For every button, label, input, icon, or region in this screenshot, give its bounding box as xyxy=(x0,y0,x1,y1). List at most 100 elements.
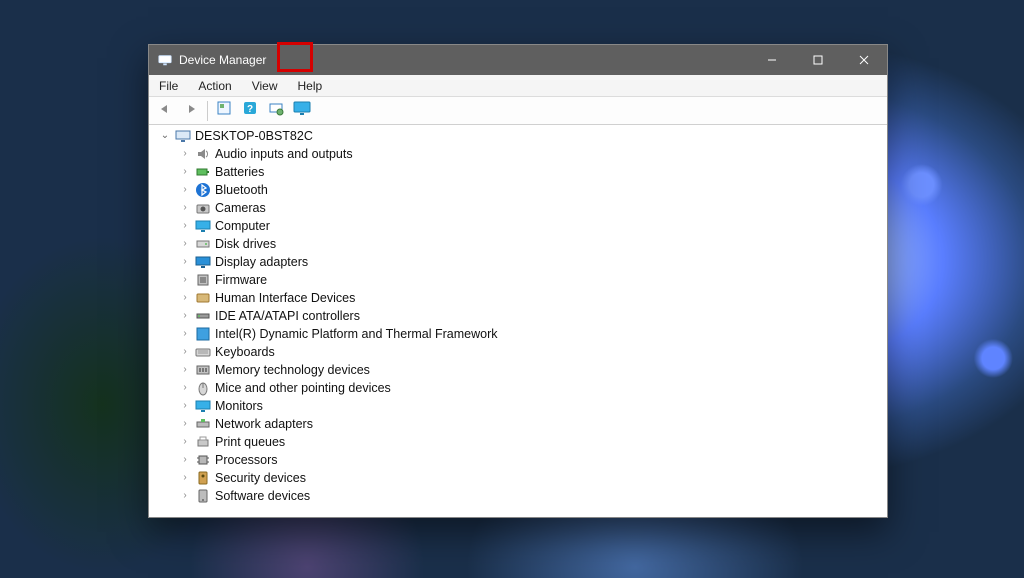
chevron-right-icon[interactable] xyxy=(179,401,191,411)
titlebar[interactable]: Device Manager xyxy=(149,45,887,75)
battery-icon xyxy=(195,164,211,180)
tree-item[interactable]: Disk drives xyxy=(155,235,887,253)
monitor-icon xyxy=(195,398,211,414)
keyboard-icon xyxy=(195,344,211,360)
tree-item[interactable]: Display adapters xyxy=(155,253,887,271)
arrow-right-icon xyxy=(184,102,198,120)
properties-icon xyxy=(216,100,232,121)
close-button[interactable] xyxy=(841,45,887,75)
disk-icon xyxy=(195,236,211,252)
chevron-right-icon[interactable] xyxy=(179,365,191,375)
tree-item[interactable]: Print queues xyxy=(155,433,887,451)
svg-text:?: ? xyxy=(247,104,253,115)
software-icon xyxy=(195,488,211,504)
tree-item-label: Audio inputs and outputs xyxy=(215,147,353,161)
tree-item[interactable]: Batteries xyxy=(155,163,887,181)
tree-item[interactable]: Firmware xyxy=(155,271,887,289)
security-icon xyxy=(195,470,211,486)
chevron-right-icon[interactable] xyxy=(179,275,191,285)
tree-item-label: Bluetooth xyxy=(215,183,268,197)
chevron-right-icon[interactable] xyxy=(179,383,191,393)
device-tree[interactable]: DESKTOP-0BST82C Audio inputs and outputs… xyxy=(149,125,887,517)
tree-item[interactable]: Keyboards xyxy=(155,343,887,361)
memory-icon xyxy=(195,362,211,378)
monitor-icon xyxy=(293,100,311,121)
bluetooth-icon xyxy=(195,182,211,198)
network-icon xyxy=(195,416,211,432)
menu-view[interactable]: View xyxy=(242,75,288,96)
menu-help[interactable]: Help xyxy=(288,75,333,96)
chevron-right-icon[interactable] xyxy=(179,203,191,213)
computer-icon xyxy=(195,218,211,234)
toolbar-add-hardware-button[interactable] xyxy=(290,99,314,123)
minimize-button[interactable] xyxy=(749,45,795,75)
tree-item-label: Network adapters xyxy=(215,417,313,431)
tree-item-label: Disk drives xyxy=(215,237,276,251)
tree-item[interactable]: Cameras xyxy=(155,199,887,217)
chevron-right-icon[interactable] xyxy=(179,239,191,249)
tree-item-label: Security devices xyxy=(215,471,306,485)
chevron-right-icon[interactable] xyxy=(179,347,191,357)
ide-icon xyxy=(195,308,211,324)
toolbar-back-button[interactable] xyxy=(153,99,177,123)
arrow-left-icon xyxy=(158,102,172,120)
tree-item[interactable]: Security devices xyxy=(155,469,887,487)
chevron-right-icon[interactable] xyxy=(179,167,191,177)
scan-icon xyxy=(268,100,284,121)
chevron-right-icon[interactable] xyxy=(179,293,191,303)
cpu-icon xyxy=(195,452,211,468)
tree-item-label: Cameras xyxy=(215,201,266,215)
computer-icon xyxy=(175,128,191,144)
menu-action[interactable]: Action xyxy=(188,75,241,96)
tree-root[interactable]: DESKTOP-0BST82C xyxy=(155,127,887,145)
menu-file[interactable]: File xyxy=(149,75,188,96)
tree-item[interactable]: Monitors xyxy=(155,397,887,415)
tree-item-label: Firmware xyxy=(215,273,267,287)
chevron-right-icon[interactable] xyxy=(179,185,191,195)
window-title: Device Manager xyxy=(179,53,266,67)
toolbar-forward-button[interactable] xyxy=(179,99,203,123)
hid-icon xyxy=(195,290,211,306)
tree-item[interactable]: Software devices xyxy=(155,487,887,505)
tree-item-label: IDE ATA/ATAPI controllers xyxy=(215,309,360,323)
tree-item[interactable]: Bluetooth xyxy=(155,181,887,199)
chevron-right-icon[interactable] xyxy=(179,419,191,429)
chevron-right-icon[interactable] xyxy=(179,149,191,159)
tree-item[interactable]: IDE ATA/ATAPI controllers xyxy=(155,307,887,325)
mouse-icon xyxy=(195,380,211,396)
toolbar-scan-button[interactable] xyxy=(264,99,288,123)
chevron-right-icon[interactable] xyxy=(179,437,191,447)
tree-item-label: Processors xyxy=(215,453,278,467)
tree-item-label: Display adapters xyxy=(215,255,308,269)
printer-icon xyxy=(195,434,211,450)
chevron-down-icon[interactable] xyxy=(159,131,171,141)
chevron-right-icon[interactable] xyxy=(179,329,191,339)
tree-item[interactable]: Human Interface Devices xyxy=(155,289,887,307)
tree-item-label: Software devices xyxy=(215,489,310,503)
tree-item-label: Print queues xyxy=(215,435,285,449)
tree-item[interactable]: Intel(R) Dynamic Platform and Thermal Fr… xyxy=(155,325,887,343)
toolbar: ? xyxy=(149,97,887,125)
toolbar-show-hidden-button[interactable] xyxy=(212,99,236,123)
tree-item[interactable]: Memory technology devices xyxy=(155,361,887,379)
tree-item[interactable]: Computer xyxy=(155,217,887,235)
tree-item-label: Human Interface Devices xyxy=(215,291,355,305)
chevron-right-icon[interactable] xyxy=(179,491,191,501)
tree-item[interactable]: Mice and other pointing devices xyxy=(155,379,887,397)
firmware-icon xyxy=(195,272,211,288)
desktop-background: Device Manager File Action View Help xyxy=(0,0,1024,578)
tree-item[interactable]: Audio inputs and outputs xyxy=(155,145,887,163)
chevron-right-icon[interactable] xyxy=(179,221,191,231)
tree-item[interactable]: Network adapters xyxy=(155,415,887,433)
chevron-right-icon[interactable] xyxy=(179,455,191,465)
tree-item[interactable]: Processors xyxy=(155,451,887,469)
chevron-right-icon[interactable] xyxy=(179,311,191,321)
toolbar-help-button[interactable]: ? xyxy=(238,99,262,123)
chevron-right-icon[interactable] xyxy=(179,473,191,483)
maximize-button[interactable] xyxy=(795,45,841,75)
app-icon xyxy=(157,52,173,68)
chevron-right-icon[interactable] xyxy=(179,257,191,267)
menubar: File Action View Help xyxy=(149,75,887,97)
tree-item-label: Memory technology devices xyxy=(215,363,370,377)
display-icon xyxy=(195,254,211,270)
